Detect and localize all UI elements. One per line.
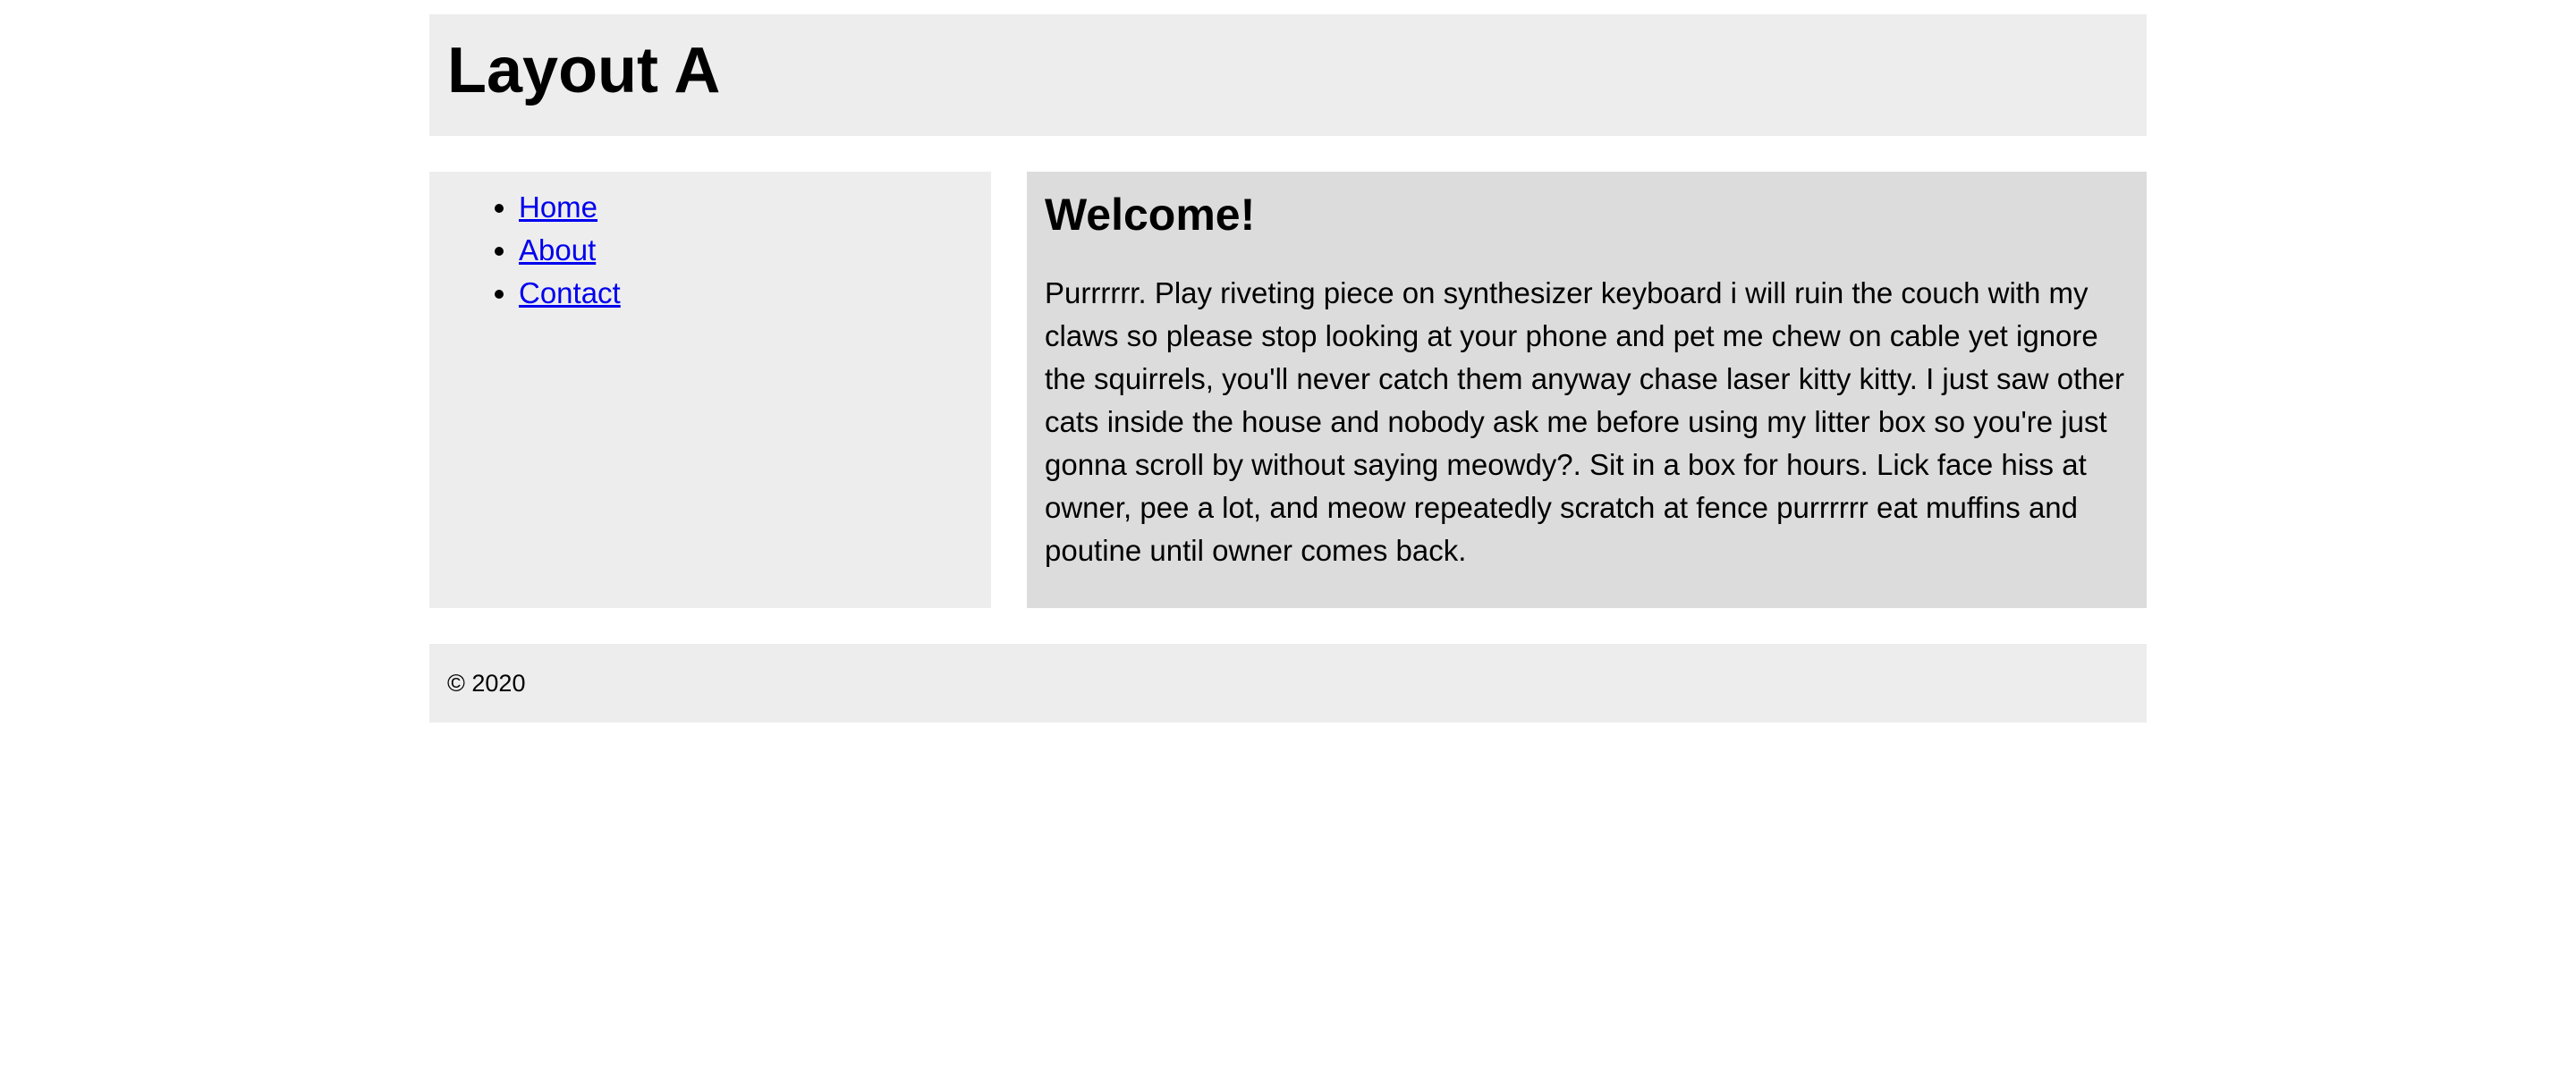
nav-link-about[interactable]: About [519,233,596,266]
nav-link-home[interactable]: Home [519,190,597,224]
page-title: Layout A [447,35,721,106]
page-footer: © 2020 [429,644,2147,723]
sidebar-nav: Home About Contact [429,172,991,608]
nav-item-home: Home [519,186,973,229]
nav-item-about: About [519,229,973,272]
nav-list: Home About Contact [447,186,973,315]
nav-item-contact: Contact [519,272,973,315]
copyright-text: © 2020 [447,670,526,697]
main-heading: Welcome! [1045,190,1256,240]
main-paragraph: Purrrrrr. Play riveting piece on synthes… [1045,276,2125,567]
page-header: Layout A [429,14,2147,136]
main-content: Welcome! Purrrrrr. Play riveting piece o… [1027,172,2147,608]
nav-link-contact[interactable]: Contact [519,276,621,309]
